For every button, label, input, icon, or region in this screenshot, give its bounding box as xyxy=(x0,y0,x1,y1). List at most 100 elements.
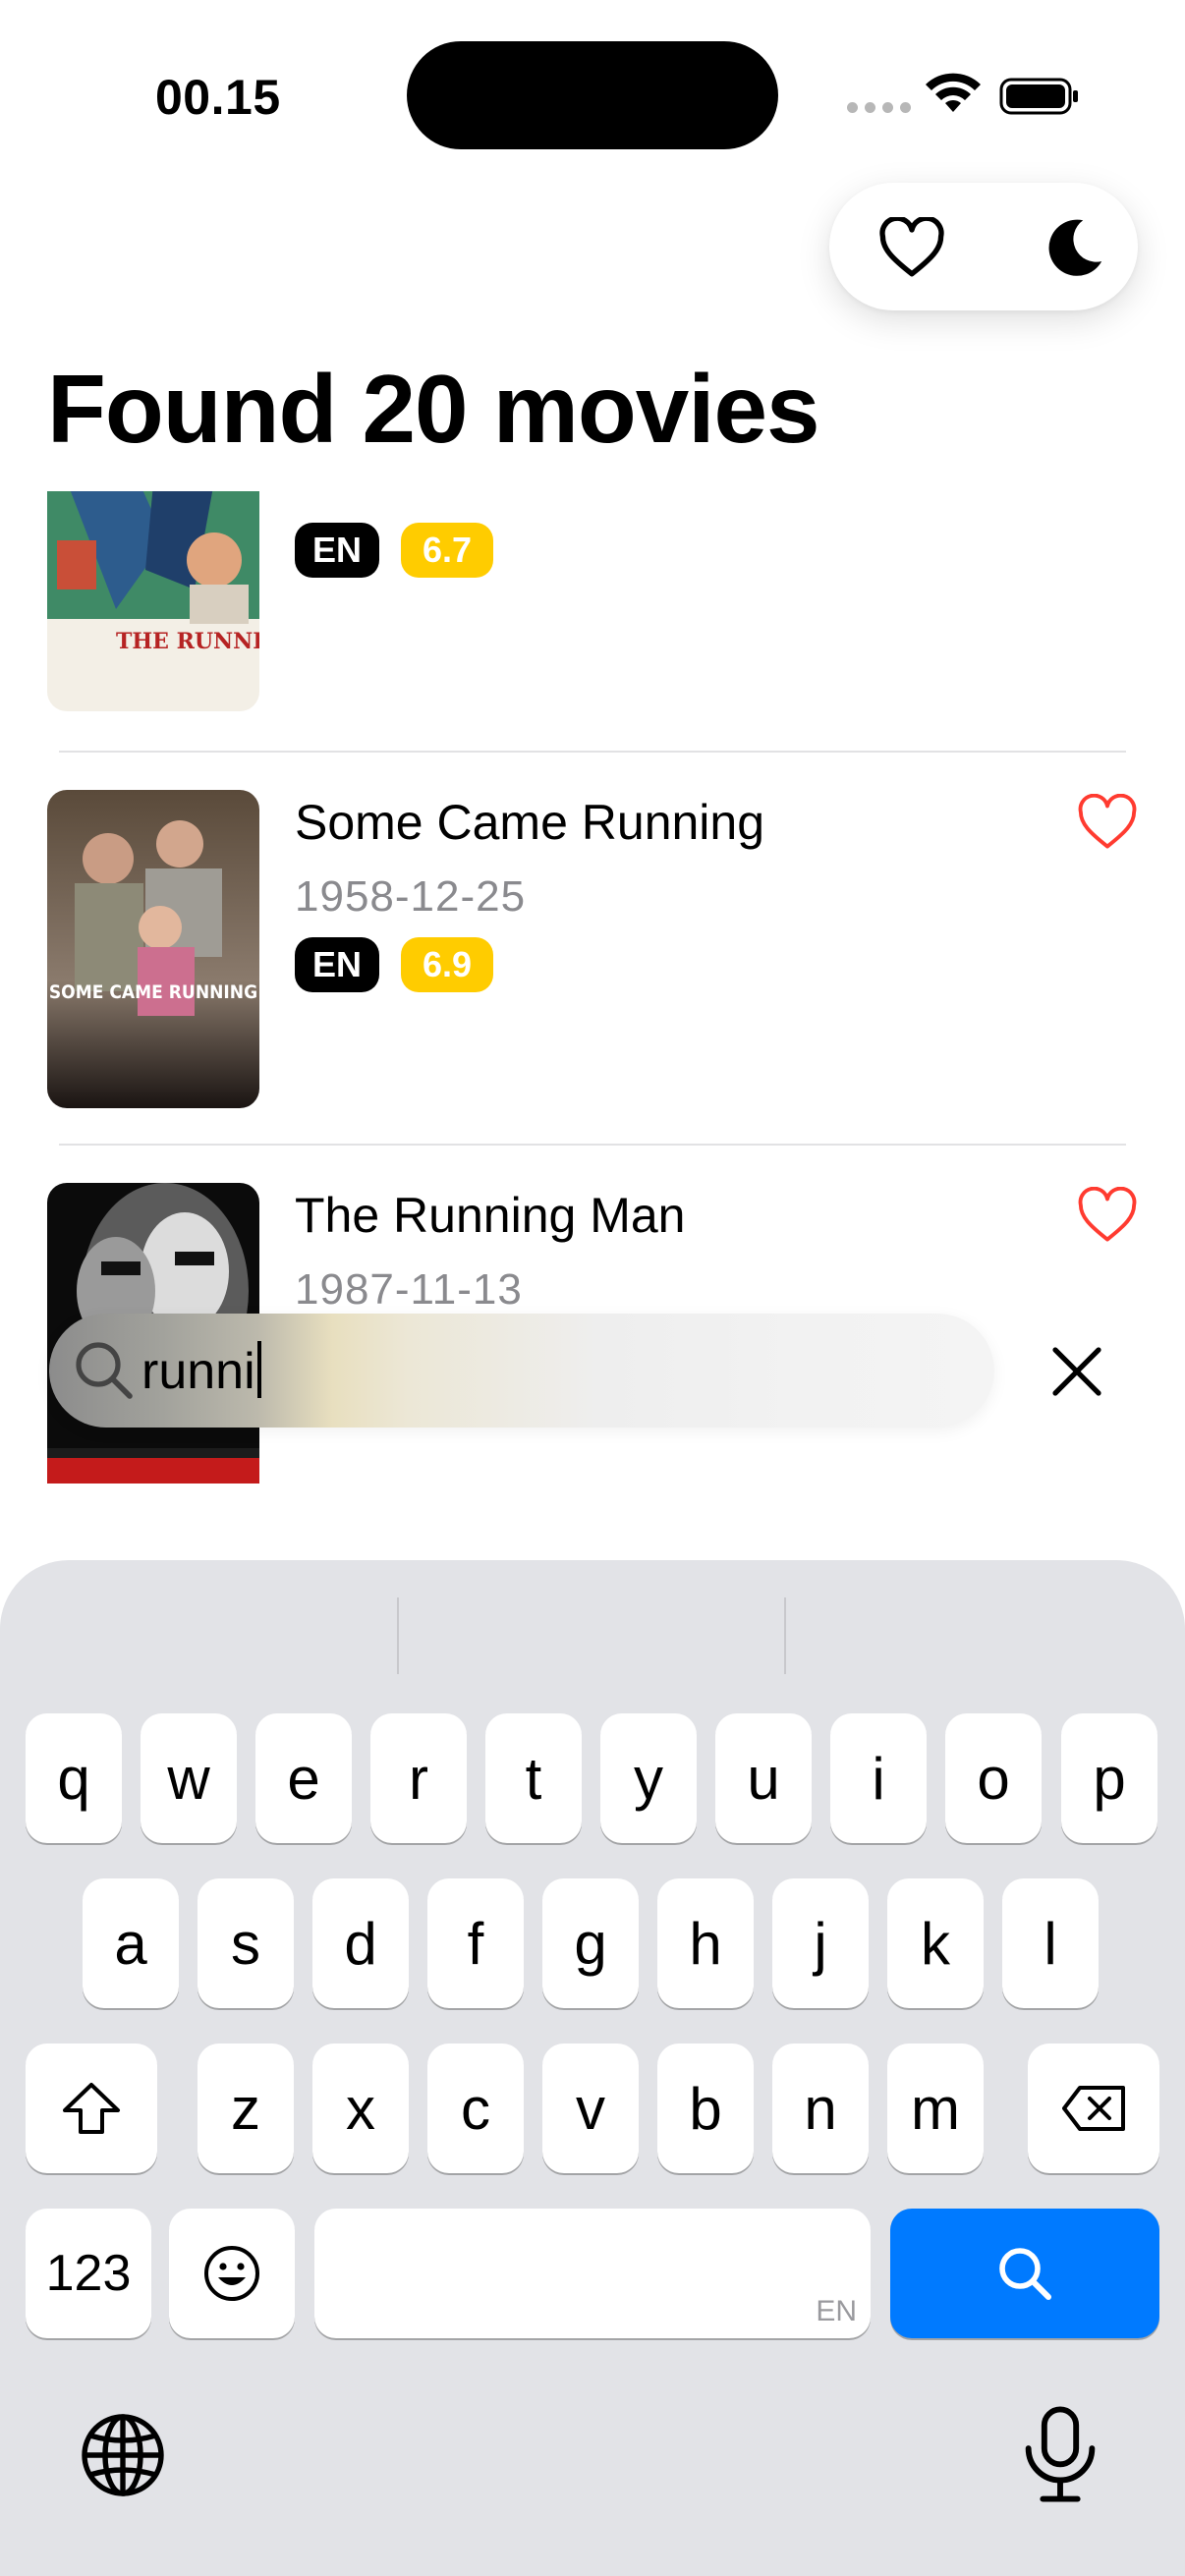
rating-badge: 6.7 xyxy=(401,523,493,578)
key-a[interactable]: a xyxy=(83,1878,179,2008)
key-f[interactable]: f xyxy=(427,1878,524,2008)
key-label: m xyxy=(911,2075,960,2142)
close-search-button[interactable] xyxy=(1038,1332,1116,1411)
battery-icon xyxy=(999,78,1078,115)
language-badge: EN xyxy=(295,523,379,578)
key-label: v xyxy=(576,2075,605,2142)
key-y[interactable]: y xyxy=(600,1713,697,1843)
key-label: o xyxy=(977,1745,1010,1812)
status-time: 00.15 xyxy=(155,70,281,125)
key-label: e xyxy=(287,1745,320,1812)
key-label: u xyxy=(747,1745,780,1812)
key-label: p xyxy=(1093,1745,1126,1812)
space-language-label: EN xyxy=(816,2295,857,2327)
key-w[interactable]: w xyxy=(141,1713,237,1843)
heart-outline-icon[interactable] xyxy=(1077,1187,1138,1244)
movie-row[interactable]: THE RUNNING MAN 1963-10-01 EN 6.7 xyxy=(0,491,1185,806)
key-p[interactable]: p xyxy=(1061,1713,1157,1843)
search-input[interactable]: runni xyxy=(141,1341,261,1401)
key-z[interactable]: z xyxy=(198,2044,294,2173)
key-label: y xyxy=(634,1745,663,1812)
space-key[interactable]: EN xyxy=(314,2209,871,2338)
key-l[interactable]: l xyxy=(1002,1878,1099,2008)
movie-date: 1958-12-25 xyxy=(295,872,527,921)
text-caret xyxy=(256,1341,261,1398)
key-e[interactable]: e xyxy=(255,1713,352,1843)
dynamic-island xyxy=(407,41,778,149)
key-h[interactable]: h xyxy=(657,1878,754,2008)
key-b[interactable]: b xyxy=(657,2044,754,2173)
movie-row[interactable]: SOME CAME RUNNING Some Came Running 1958… xyxy=(0,790,1185,1144)
movie-title: The Running Man xyxy=(295,1188,686,1243)
key-d[interactable]: d xyxy=(312,1878,409,2008)
theme-toggle-button[interactable] xyxy=(1028,202,1118,293)
key-m[interactable]: m xyxy=(887,2044,984,2173)
key-v[interactable]: v xyxy=(542,2044,639,2173)
magnifier-icon xyxy=(999,2248,1051,2300)
search-key[interactable] xyxy=(890,2209,1159,2338)
key-label: a xyxy=(114,1910,147,1977)
wifi-icon xyxy=(926,73,981,112)
close-icon xyxy=(1052,1347,1101,1396)
key-i[interactable]: i xyxy=(830,1713,927,1843)
movie-poster: SOME CAME RUNNING xyxy=(47,790,259,1108)
moon-icon xyxy=(1048,219,1102,276)
emoji-face-icon xyxy=(204,2246,259,2301)
cellular-signal-icon xyxy=(847,102,911,113)
key-n[interactable]: n xyxy=(772,2044,869,2173)
shift-arrow-icon xyxy=(63,2083,120,2134)
movie-poster: THE RUNNING MAN xyxy=(47,491,259,711)
key-label: f xyxy=(467,1910,484,1977)
key-r[interactable]: r xyxy=(370,1713,467,1843)
page-title: Found 20 movies xyxy=(47,355,820,463)
key-label: l xyxy=(1044,1910,1057,1977)
key-label: g xyxy=(574,1910,607,1977)
key-u[interactable]: u xyxy=(715,1713,812,1843)
software-keyboard: q w e r t y u i o p a s d f g h j k l z … xyxy=(0,1560,1185,2576)
emoji-key[interactable] xyxy=(169,2209,295,2338)
row-divider xyxy=(59,1144,1126,1146)
key-label: s xyxy=(231,1910,260,1977)
key-label: 123 xyxy=(45,2245,132,2302)
key-k[interactable]: k xyxy=(887,1878,984,2008)
key-label: x xyxy=(346,2075,375,2142)
microphone-icon[interactable] xyxy=(1016,2405,1104,2503)
key-label: w xyxy=(167,1745,210,1812)
key-j[interactable]: j xyxy=(772,1878,869,2008)
key-label: n xyxy=(804,2075,837,2142)
toolbar-pill xyxy=(829,183,1138,310)
key-label: j xyxy=(814,1910,827,1977)
key-o[interactable]: o xyxy=(945,1713,1042,1843)
search-bar[interactable]: runni xyxy=(49,1314,994,1428)
key-label: c xyxy=(461,2075,490,2142)
heart-outline-icon[interactable] xyxy=(1077,794,1138,851)
key-x[interactable]: x xyxy=(312,2044,409,2173)
globe-icon[interactable] xyxy=(79,2411,167,2499)
suggestion-divider xyxy=(397,1597,399,1674)
key-label: r xyxy=(409,1745,428,1812)
search-input-value: runni xyxy=(141,1343,255,1400)
heart-outline-icon xyxy=(879,217,944,277)
key-t[interactable]: t xyxy=(485,1713,582,1843)
delete-key[interactable] xyxy=(1028,2044,1159,2173)
numbers-key[interactable]: 123 xyxy=(26,2209,151,2338)
language-badge: EN xyxy=(295,937,379,992)
key-label: b xyxy=(689,2075,722,2142)
shift-key[interactable] xyxy=(26,2044,157,2173)
row-divider xyxy=(59,751,1126,753)
backspace-icon xyxy=(1062,2086,1125,2131)
key-label: d xyxy=(344,1910,377,1977)
key-c[interactable]: c xyxy=(427,2044,524,2173)
key-g[interactable]: g xyxy=(542,1878,639,2008)
poster-text: THE RUNNING MAN xyxy=(116,629,259,654)
key-s[interactable]: s xyxy=(198,1878,294,2008)
suggestion-divider xyxy=(784,1597,786,1674)
movie-title: Some Came Running xyxy=(295,795,765,850)
favorites-button[interactable] xyxy=(867,202,957,293)
key-label: k xyxy=(921,1910,950,1977)
poster-text: SOME CAME RUNNING xyxy=(49,981,257,1003)
rating-badge: 6.9 xyxy=(401,937,493,992)
key-label: t xyxy=(525,1745,542,1812)
key-q[interactable]: q xyxy=(26,1713,122,1843)
key-label: z xyxy=(231,2075,260,2142)
